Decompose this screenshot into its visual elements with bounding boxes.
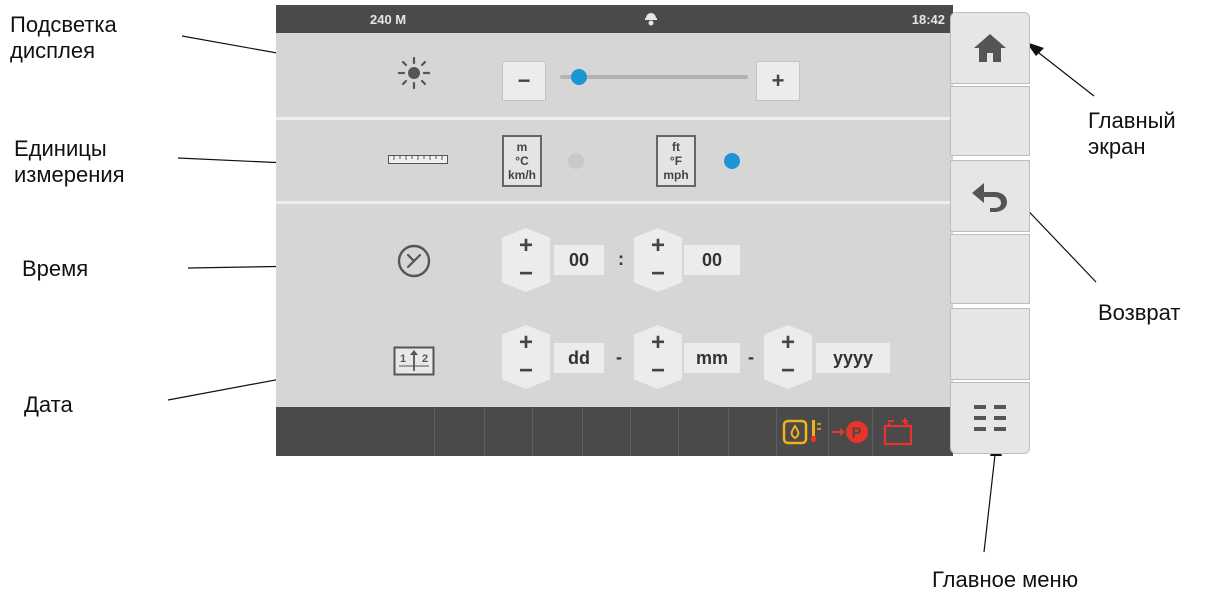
parking-brake-icon: P (832, 421, 868, 443)
year-increase-button[interactable]: + (764, 325, 812, 357)
brightness-slider-knob[interactable] (570, 69, 587, 85)
row-divider (276, 201, 953, 204)
calendar-icon: 1 2 (393, 346, 435, 376)
metric-units-icon[interactable]: m °C km/h (502, 135, 542, 187)
imperial-units-radio[interactable] (724, 153, 740, 169)
imperial-length-unit: ft (672, 140, 680, 154)
day-decrease-button[interactable]: − (502, 357, 550, 389)
ruler-icon (388, 155, 448, 164)
year-decrease-button[interactable]: − (764, 357, 812, 389)
month-decrease-button[interactable]: − (634, 357, 682, 389)
svg-text:P: P (852, 425, 862, 442)
oil-temperature-warning-icon (782, 419, 821, 445)
softkey-4-button[interactable] (950, 234, 1030, 304)
metric-length-unit: m (516, 140, 528, 154)
hours-field[interactable]: 00 (554, 245, 604, 275)
metric-units-radio[interactable] (568, 153, 584, 169)
minutes-field[interactable]: 00 (684, 245, 740, 275)
status-bar: 240 M 18:42 (276, 5, 953, 33)
year-field[interactable]: yyyy (816, 343, 890, 373)
main-menu-icon (974, 405, 1006, 431)
date-separator: - (748, 347, 754, 367)
hours-increase-button[interactable]: + (502, 228, 550, 260)
imperial-speed-unit: mph (663, 168, 689, 182)
main-menu-button[interactable] (950, 382, 1030, 454)
day-increase-button[interactable]: + (502, 325, 550, 357)
brightness-slider[interactable] (560, 75, 748, 79)
metric-speed-unit: km/h (507, 168, 536, 182)
battery-icon (883, 418, 913, 446)
month-field[interactable]: mm (684, 343, 740, 373)
minutes-increase-button[interactable]: + (634, 228, 682, 260)
warning-bar: P (276, 407, 953, 456)
day-stepper[interactable]: + − (502, 325, 550, 389)
metric-temperature-unit: °C (515, 154, 529, 168)
day-field[interactable]: dd (554, 343, 604, 373)
svg-text:1: 1 (400, 353, 406, 365)
brightness-decrease-button[interactable]: − (502, 61, 546, 101)
home-button[interactable] (950, 12, 1030, 84)
imperial-temperature-unit: °F (669, 154, 683, 168)
status-model: 240 M (370, 12, 407, 27)
back-button[interactable] (950, 160, 1030, 232)
minutes-stepper[interactable]: + − (634, 228, 682, 292)
date-separator: - (616, 347, 622, 367)
operator-helmet-icon (645, 13, 657, 26)
back-arrow-icon (972, 183, 1007, 212)
clock-icon (397, 244, 431, 278)
time-separator: : (618, 249, 624, 269)
softkey-2-button[interactable] (950, 86, 1030, 156)
month-increase-button[interactable]: + (634, 325, 682, 357)
status-clock: 18:42 (911, 12, 945, 27)
display-screen: 240 M 18:42 − + m °C km/h ft °F mph + − … (276, 5, 953, 456)
minutes-decrease-button[interactable]: − (634, 260, 682, 292)
brightness-sun-icon (397, 56, 431, 90)
imperial-units-icon[interactable]: ft °F mph (656, 135, 696, 187)
month-stepper[interactable]: + − (634, 325, 682, 389)
hours-stepper[interactable]: + − (502, 228, 550, 292)
softkey-5-button[interactable] (950, 308, 1030, 380)
hours-decrease-button[interactable]: − (502, 260, 550, 292)
row-divider (276, 117, 953, 120)
year-stepper[interactable]: + − (764, 325, 812, 389)
svg-text:2: 2 (422, 353, 428, 365)
brightness-increase-button[interactable]: + (756, 61, 800, 101)
home-icon (974, 34, 1006, 62)
